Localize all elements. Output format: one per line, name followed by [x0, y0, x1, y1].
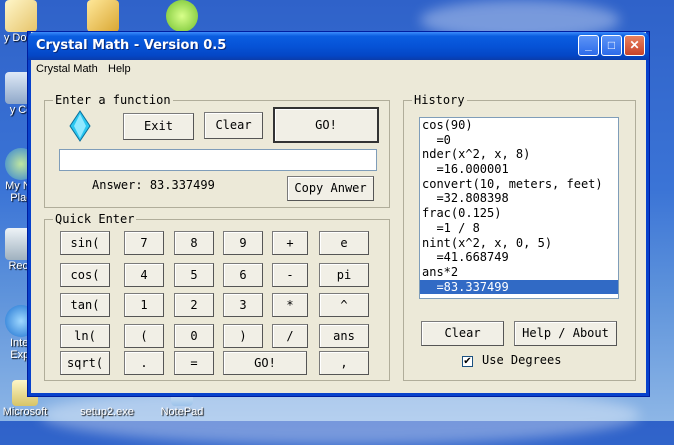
history-label: History — [412, 93, 467, 107]
history-line[interactable]: =0 — [420, 133, 618, 148]
use-degrees-checkbox[interactable]: ✔ — [462, 356, 473, 367]
desktop-icon-folder[interactable] — [68, 0, 138, 32]
history-line[interactable]: convert(10, meters, feet) — [420, 177, 618, 192]
history-line[interactable]: =41.668749 — [420, 250, 618, 265]
enter-function-label: Enter a function — [53, 93, 173, 107]
key-button[interactable]: 3 — [223, 293, 263, 317]
window-title: Crystal Math - Version 0.5 — [36, 38, 227, 53]
history-line[interactable]: =32.808398 — [420, 191, 618, 206]
key-button[interactable]: sqrt( — [60, 351, 110, 375]
history-line[interactable]: ans*2 — [420, 265, 618, 280]
key-button[interactable]: GO! — [223, 351, 307, 375]
key-button[interactable]: . — [124, 351, 164, 375]
history-line[interactable]: cos(90) — [420, 118, 618, 133]
key-button[interactable]: 0 — [174, 324, 214, 348]
help-about-button[interactable]: Help / About — [514, 321, 617, 346]
history-line[interactable]: =83.337499 — [420, 279, 618, 295]
desktop-icon-shortcut[interactable] — [147, 0, 217, 32]
key-button[interactable]: ^ — [319, 293, 369, 317]
history-line[interactable]: frac(0.125) — [420, 206, 618, 221]
crystal-math-window: Crystal Math - Version 0.5 _ □ ✕ Crystal… — [28, 32, 649, 396]
key-button[interactable]: 1 — [124, 293, 164, 317]
key-button[interactable]: 9 — [223, 231, 263, 255]
history-line[interactable]: nder(x^2, x, 8) — [420, 147, 618, 162]
menu-help[interactable]: Help — [108, 63, 131, 75]
key-button[interactable]: + — [272, 231, 308, 255]
folder-icon — [87, 0, 119, 32]
key-button[interactable]: ln( — [60, 324, 110, 348]
key-button[interactable]: , — [319, 351, 369, 375]
function-input[interactable] — [59, 149, 377, 171]
go-button[interactable]: GO! — [273, 107, 379, 143]
key-button[interactable]: / — [272, 324, 308, 348]
history-list[interactable]: cos(90) =0 nder(x^2, x, 8) =16.000001 conv… — [419, 117, 619, 299]
key-button[interactable]: 2 — [174, 293, 214, 317]
desktop-icon-label: NotePad — [160, 406, 204, 418]
desktop-icon-label: Microsoft — [2, 406, 48, 418]
key-button[interactable]: tan( — [60, 293, 110, 317]
key-button[interactable]: cos( — [60, 263, 110, 287]
clear-history-button[interactable]: Clear — [421, 321, 504, 346]
key-button[interactable]: - — [272, 263, 308, 287]
answer-display: Answer: 83.337499 — [92, 178, 215, 192]
copy-answer-button[interactable]: Copy Anwer — [287, 176, 374, 201]
desktop-icon-label: setup2.exe — [80, 406, 134, 418]
key-button[interactable]: 6 — [223, 263, 263, 287]
maximize-button[interactable]: □ — [601, 35, 622, 56]
key-button[interactable]: e — [319, 231, 369, 255]
history-line[interactable]: =1 / 8 — [420, 221, 618, 236]
folder-icon — [5, 0, 37, 32]
menu-bar: Crystal Math Help — [31, 60, 646, 80]
history-line[interactable]: =16.000001 — [420, 162, 618, 177]
menu-crystal-math[interactable]: Crystal Math — [36, 63, 98, 75]
key-button[interactable]: 7 — [124, 231, 164, 255]
key-button[interactable]: = — [174, 351, 214, 375]
minimize-button[interactable]: _ — [578, 35, 599, 56]
key-button[interactable]: ( — [124, 324, 164, 348]
key-button[interactable]: 8 — [174, 231, 214, 255]
key-button[interactable]: * — [272, 293, 308, 317]
key-button[interactable]: ans — [319, 324, 369, 348]
use-degrees-label: Use Degrees — [482, 353, 562, 367]
history-line[interactable]: nint(x^2, x, 0, 5) — [420, 236, 618, 251]
app-icon — [166, 0, 198, 32]
exit-button[interactable]: Exit — [123, 113, 194, 140]
key-button[interactable]: pi — [319, 263, 369, 287]
key-button[interactable]: 5 — [174, 263, 214, 287]
answer-label: Answer: — [92, 178, 143, 192]
quick-enter-label: Quick Enter — [53, 212, 137, 226]
crystal-icon — [69, 110, 91, 142]
title-bar[interactable]: Crystal Math - Version 0.5 _ □ ✕ — [28, 32, 649, 60]
key-button[interactable]: 4 — [124, 263, 164, 287]
answer-value: 83.337499 — [149, 178, 215, 192]
close-button[interactable]: ✕ — [624, 35, 645, 56]
key-button[interactable]: ) — [223, 324, 263, 348]
clear-function-button[interactable]: Clear — [204, 112, 263, 139]
key-button[interactable]: sin( — [60, 231, 110, 255]
